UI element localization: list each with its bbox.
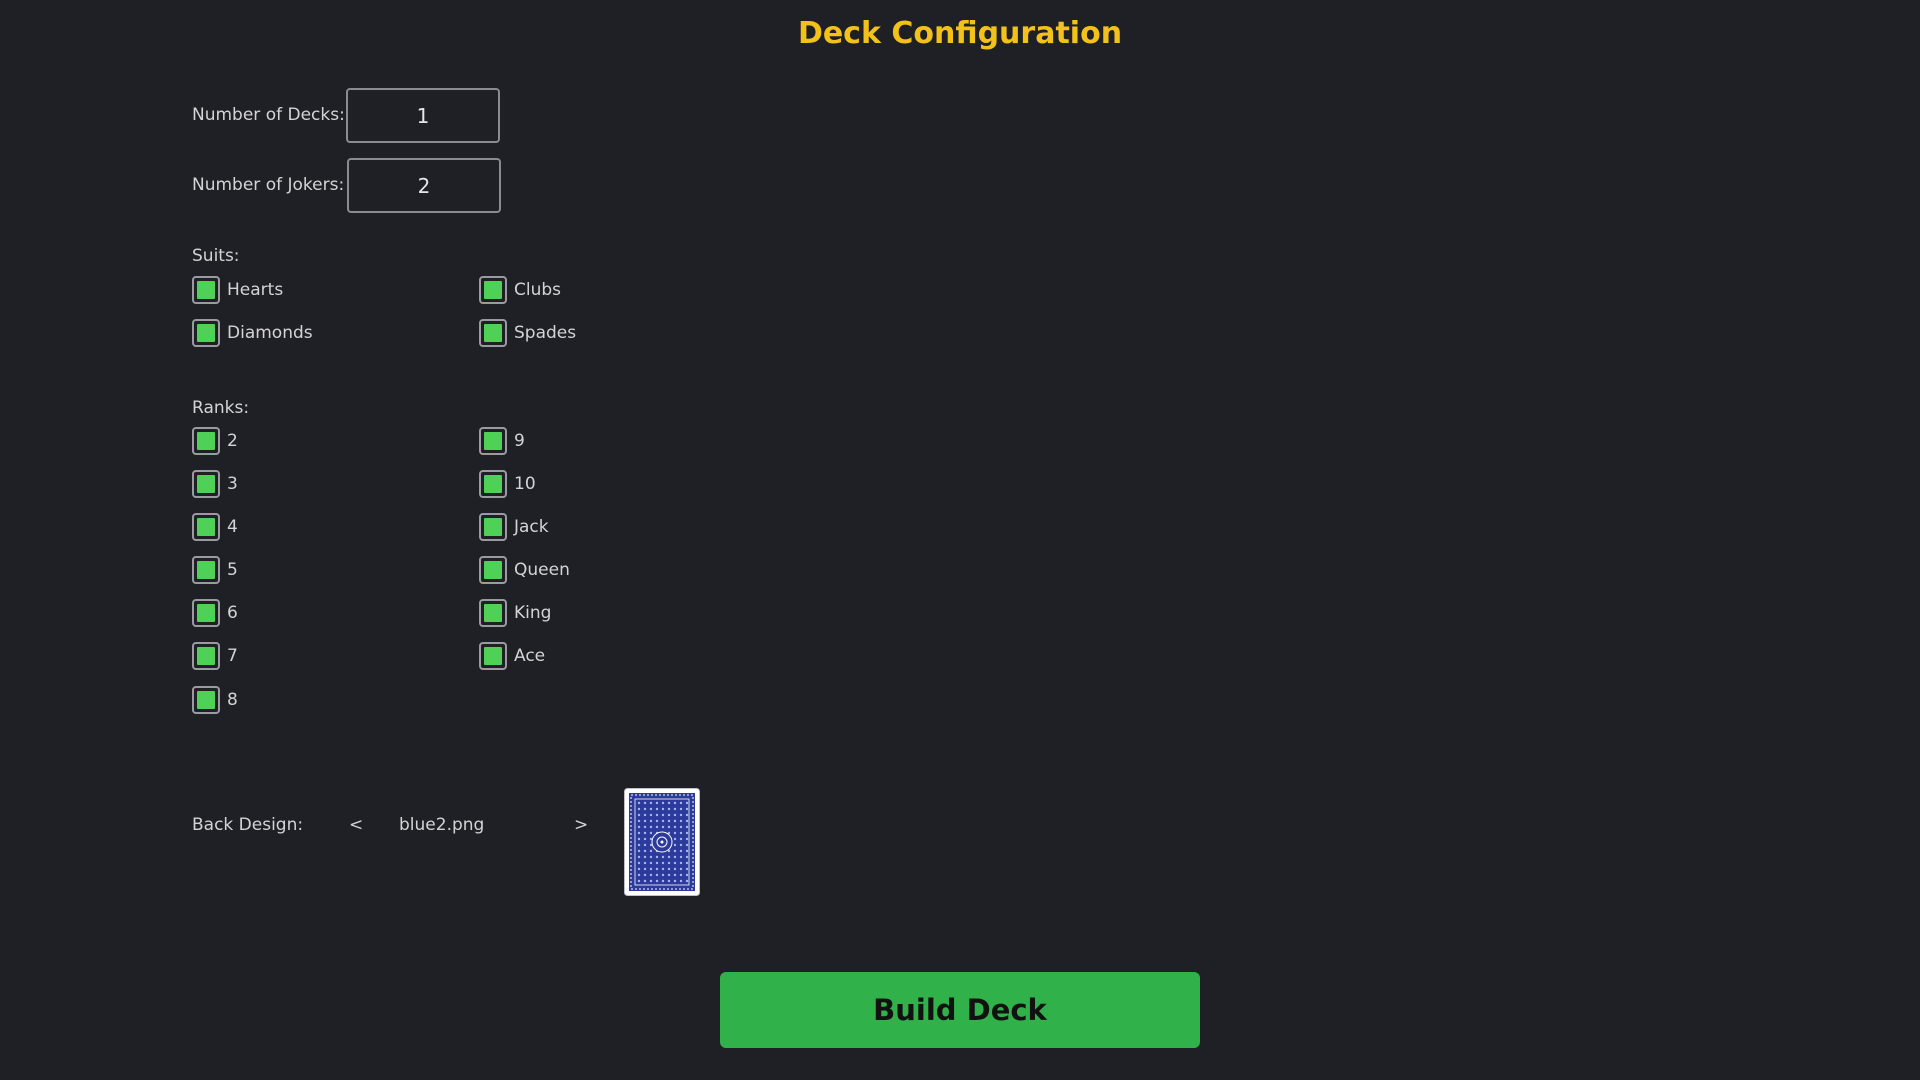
rank-label: 2 [227, 431, 238, 451]
next-design-button[interactable]: > [574, 815, 588, 835]
checkbox-box[interactable] [192, 276, 220, 304]
checkbox-box[interactable] [479, 276, 507, 304]
checkbox-check [197, 604, 215, 622]
checkbox-check [484, 647, 502, 665]
num-decks-input[interactable] [346, 88, 500, 143]
suit-checkbox-diamonds[interactable]: Diamonds [192, 318, 313, 348]
checkbox-check [197, 561, 215, 579]
rank-checkbox-king[interactable]: King [479, 598, 551, 628]
checkbox-box[interactable] [479, 513, 507, 541]
checkbox-check [197, 518, 215, 536]
rank-label: 4 [227, 517, 238, 537]
rank-checkbox-6[interactable]: 6 [192, 598, 238, 628]
rank-label: Queen [514, 560, 570, 580]
card-back-preview [624, 788, 700, 896]
suit-checkbox-clubs[interactable]: Clubs [479, 275, 561, 305]
deck-configuration-screen: Deck Configuration Number of Decks: Numb… [0, 0, 1920, 1080]
checkbox-box[interactable] [192, 319, 220, 347]
back-design-filename: blue2.png [399, 815, 485, 835]
rank-checkbox-4[interactable]: 4 [192, 512, 238, 542]
checkbox-box[interactable] [192, 599, 220, 627]
suit-checkbox-spades[interactable]: Spades [479, 318, 576, 348]
rank-checkbox-8[interactable]: 8 [192, 685, 238, 715]
checkbox-check [484, 281, 502, 299]
suits-label: Suits: [192, 246, 240, 266]
checkbox-check [484, 604, 502, 622]
checkbox-box[interactable] [192, 686, 220, 714]
rank-checkbox-queen[interactable]: Queen [479, 555, 570, 585]
checkbox-check [197, 647, 215, 665]
checkbox-check [197, 691, 215, 709]
rank-checkbox-3[interactable]: 3 [192, 469, 238, 499]
checkbox-box[interactable] [192, 427, 220, 455]
rank-label: 6 [227, 603, 238, 623]
rank-label: Jack [514, 517, 549, 537]
page-title: Deck Configuration [797, 16, 1123, 51]
checkbox-check [484, 324, 502, 342]
rank-checkbox-ace[interactable]: Ace [479, 641, 545, 671]
rank-label: 10 [514, 474, 536, 494]
checkbox-check [197, 475, 215, 493]
rank-label: Ace [514, 646, 546, 666]
suit-label-spades: Spades [514, 323, 577, 343]
rank-label: King [514, 603, 552, 623]
checkbox-box[interactable] [479, 642, 507, 670]
rank-checkbox-9[interactable]: 9 [479, 426, 525, 456]
checkbox-box[interactable] [479, 319, 507, 347]
checkbox-check [484, 432, 502, 450]
checkbox-box[interactable] [479, 427, 507, 455]
rank-label: 8 [227, 690, 238, 710]
checkbox-check [197, 324, 215, 342]
rank-label: 7 [227, 646, 238, 666]
rank-checkbox-jack[interactable]: Jack [479, 512, 549, 542]
checkbox-box[interactable] [479, 470, 507, 498]
num-jokers-label: Number of Jokers: [192, 175, 345, 195]
rank-label: 3 [227, 474, 238, 494]
checkbox-box[interactable] [192, 513, 220, 541]
rank-checkbox-7[interactable]: 7 [192, 641, 238, 671]
suit-checkbox-hearts[interactable]: Hearts [192, 275, 283, 305]
checkbox-check [197, 432, 215, 450]
build-deck-button[interactable]: Build Deck [720, 972, 1200, 1048]
rank-checkbox-10[interactable]: 10 [479, 469, 536, 499]
suit-label-diamonds: Diamonds [227, 323, 313, 343]
checkbox-box[interactable] [192, 642, 220, 670]
checkbox-box[interactable] [192, 556, 220, 584]
back-design-label: Back Design: [192, 815, 304, 835]
checkbox-check [484, 561, 502, 579]
prev-design-button[interactable]: < [349, 815, 363, 835]
checkbox-box[interactable] [479, 556, 507, 584]
checkbox-check [484, 475, 502, 493]
suit-label-hearts: Hearts [227, 280, 284, 300]
suit-label-clubs: Clubs [514, 280, 562, 300]
rank-checkbox-2[interactable]: 2 [192, 426, 238, 456]
checkbox-box[interactable] [192, 470, 220, 498]
rank-checkbox-5[interactable]: 5 [192, 555, 238, 585]
rank-label: 9 [514, 431, 525, 451]
rank-label: 5 [227, 560, 238, 580]
checkbox-check [197, 281, 215, 299]
checkbox-box[interactable] [479, 599, 507, 627]
num-jokers-input[interactable] [347, 158, 501, 213]
checkbox-check [484, 518, 502, 536]
ranks-label: Ranks: [192, 398, 250, 418]
num-decks-label: Number of Decks: [192, 105, 345, 125]
